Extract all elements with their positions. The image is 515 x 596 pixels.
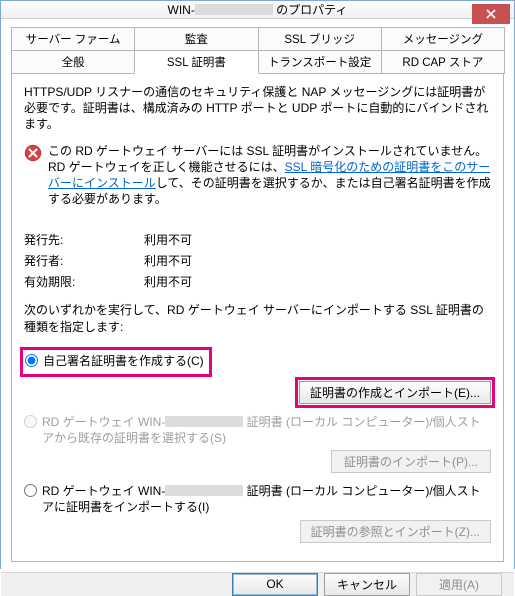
radio-select-existing-row: RD ゲートウェイ WIN- 証明書 (ローカル コンピューター)/個人ストアか…: [24, 414, 491, 446]
ok-button[interactable]: OK: [232, 573, 318, 596]
masked-hostname-2: [165, 416, 243, 427]
radio-self-signed-block: 自己署名証明書を作成する(C): [24, 351, 208, 373]
radio-self-signed[interactable]: [25, 354, 38, 367]
error-icon: [24, 144, 42, 162]
issued-to-row: 発行先: 利用不可: [24, 231, 491, 248]
tab-transport[interactable]: トランスポート設定: [258, 50, 382, 74]
title-prefix: WIN-: [168, 3, 195, 17]
browse-import-button-row: 証明書の参照とインポート(Z)...: [24, 520, 491, 543]
cancel-button[interactable]: キャンセル: [324, 573, 410, 596]
title-suffix: のプロパティ: [273, 3, 348, 17]
tab-content: HTTPS/UDP リスナーの通信のセキュリティ保護と NAP メッセージングに…: [11, 74, 504, 562]
apply-button: 適用(A): [416, 573, 502, 596]
browse-import-button: 証明書の参照とインポート(Z)...: [300, 520, 491, 543]
dialog-footer: OK キャンセル 適用(A): [1, 572, 514, 596]
tab-ssl-certificate[interactable]: SSL 証明書: [134, 50, 258, 74]
create-import-button[interactable]: 証明書の作成とインポート(E)...: [299, 381, 491, 404]
radio-import-to-store-label: RD ゲートウェイ WIN- 証明書 (ローカル コンピューター)/個人ストアに…: [42, 483, 491, 515]
intro-text: HTTPS/UDP リスナーの通信のセキュリティ保護と NAP メッセージングに…: [24, 84, 491, 133]
properties-dialog: WIN- のプロパティ サーバー ファーム 監査 SSL ブリッジ メッセージン…: [0, 0, 515, 569]
choose-intro: 次のいずれかを実行して、RD ゲートウェイ サーバーにインポートする SSL 証…: [24, 302, 491, 334]
tab-rd-cap-store[interactable]: RD CAP ストア: [381, 50, 505, 74]
issued-to-label: 発行先:: [24, 231, 144, 248]
window-title: WIN- のプロパティ: [168, 1, 348, 18]
issued-by-value: 利用不可: [144, 252, 192, 269]
issued-by-row: 発行者: 利用不可: [24, 252, 491, 269]
radio-import-to-store-row[interactable]: RD ゲートウェイ WIN- 証明書 (ローカル コンピューター)/個人ストアに…: [24, 483, 491, 515]
expiry-row: 有効期限: 利用不可: [24, 273, 491, 290]
tabs-row-2: 全般 SSL 証明書 トランスポート設定 RD CAP ストア: [11, 50, 504, 74]
close-icon: [486, 9, 496, 19]
tab-ssl-bridge[interactable]: SSL ブリッジ: [258, 27, 382, 51]
close-button[interactable]: [472, 4, 510, 24]
expiry-value: 利用不可: [144, 273, 192, 290]
issued-to-value: 利用不可: [144, 231, 192, 248]
radio-import-to-store[interactable]: [24, 484, 37, 497]
import-cert-button-row: 証明書のインポート(P)...: [24, 450, 491, 473]
tab-server-farm[interactable]: サーバー ファーム: [11, 27, 135, 51]
tabs-row-1: サーバー ファーム 監査 SSL ブリッジ メッセージング: [11, 27, 504, 51]
client-area: サーバー ファーム 監査 SSL ブリッジ メッセージング 全般 SSL 証明書…: [1, 19, 514, 572]
issued-by-label: 発行者:: [24, 252, 144, 269]
titlebar: WIN- のプロパティ: [1, 1, 514, 19]
tab-general[interactable]: 全般: [11, 50, 135, 74]
masked-hostname: [195, 4, 273, 15]
warning-text: この RD ゲートウェイ サーバーには SSL 証明書がインストールされていませ…: [48, 143, 491, 208]
radio-select-existing-label: RD ゲートウェイ WIN- 証明書 (ローカル コンピューター)/個人ストアか…: [42, 414, 491, 446]
radio-select-existing: [24, 415, 37, 428]
tab-messaging[interactable]: メッセージング: [381, 27, 505, 51]
radio-self-signed-label: 自己署名証明書を作成する(C): [43, 353, 204, 369]
create-button-row: 証明書の作成とインポート(E)...: [24, 381, 491, 404]
masked-hostname-3: [165, 485, 243, 496]
warning-block: この RD ゲートウェイ サーバーには SSL 証明書がインストールされていませ…: [24, 143, 491, 208]
expiry-label: 有効期限:: [24, 273, 144, 290]
tab-audit[interactable]: 監査: [134, 27, 258, 51]
radio-self-signed-row[interactable]: 自己署名証明書を作成する(C): [25, 353, 204, 369]
import-cert-button: 証明書のインポート(P)...: [331, 450, 491, 473]
